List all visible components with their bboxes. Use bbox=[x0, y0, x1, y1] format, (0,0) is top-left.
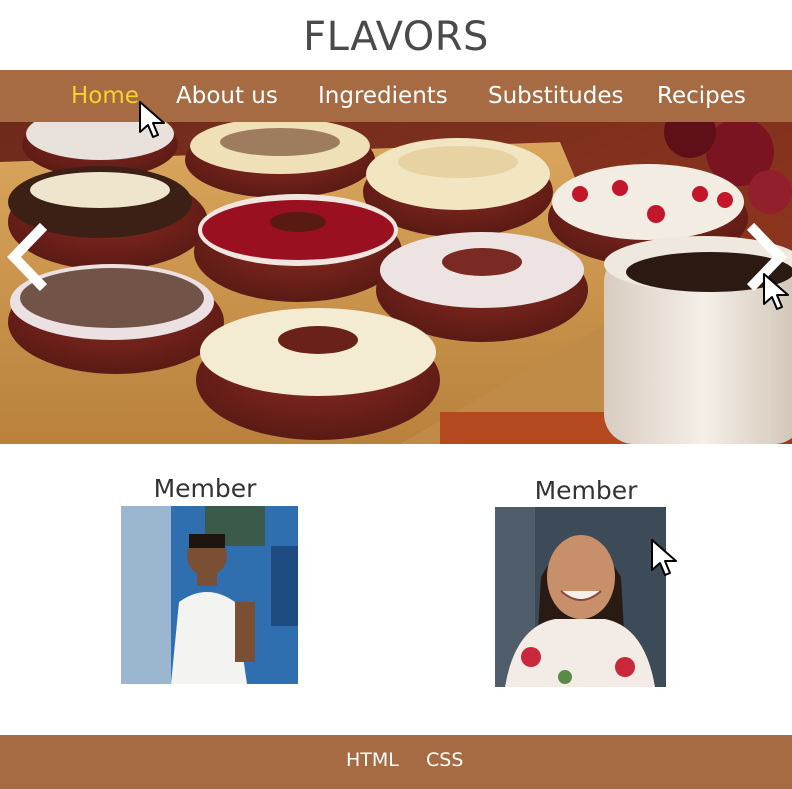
nav-item-home[interactable]: Home bbox=[71, 70, 139, 122]
chevron-left-icon bbox=[7, 222, 48, 292]
nav-item-about-us[interactable]: About us bbox=[176, 70, 278, 122]
woman-portrait-image bbox=[495, 507, 666, 687]
nav-item-ingredients[interactable]: Ingredients bbox=[318, 70, 448, 122]
member-label-2: Member bbox=[534, 476, 638, 505]
footer-link-html[interactable]: HTML bbox=[346, 735, 399, 789]
member-photo-2[interactable] bbox=[495, 507, 666, 687]
carousel-next-button[interactable] bbox=[742, 222, 792, 292]
chevron-right-icon bbox=[746, 222, 787, 292]
site-footer: HTML CSS bbox=[0, 735, 792, 789]
main-navbar: Home About us Ingredients Substitudes Re… bbox=[0, 70, 792, 122]
man-portrait-image bbox=[121, 506, 298, 684]
nav-item-substitudes[interactable]: Substitudes bbox=[488, 70, 624, 122]
footer-link-css[interactable]: CSS bbox=[426, 735, 463, 789]
donuts-slide-image bbox=[0, 122, 792, 444]
image-carousel bbox=[0, 122, 792, 444]
carousel-prev-button[interactable] bbox=[2, 222, 52, 292]
member-label-1: Member bbox=[153, 474, 257, 503]
member-photo-1[interactable] bbox=[121, 506, 298, 684]
nav-item-recipes[interactable]: Recipes bbox=[657, 70, 746, 122]
site-title: FLAVORS bbox=[303, 14, 489, 60]
